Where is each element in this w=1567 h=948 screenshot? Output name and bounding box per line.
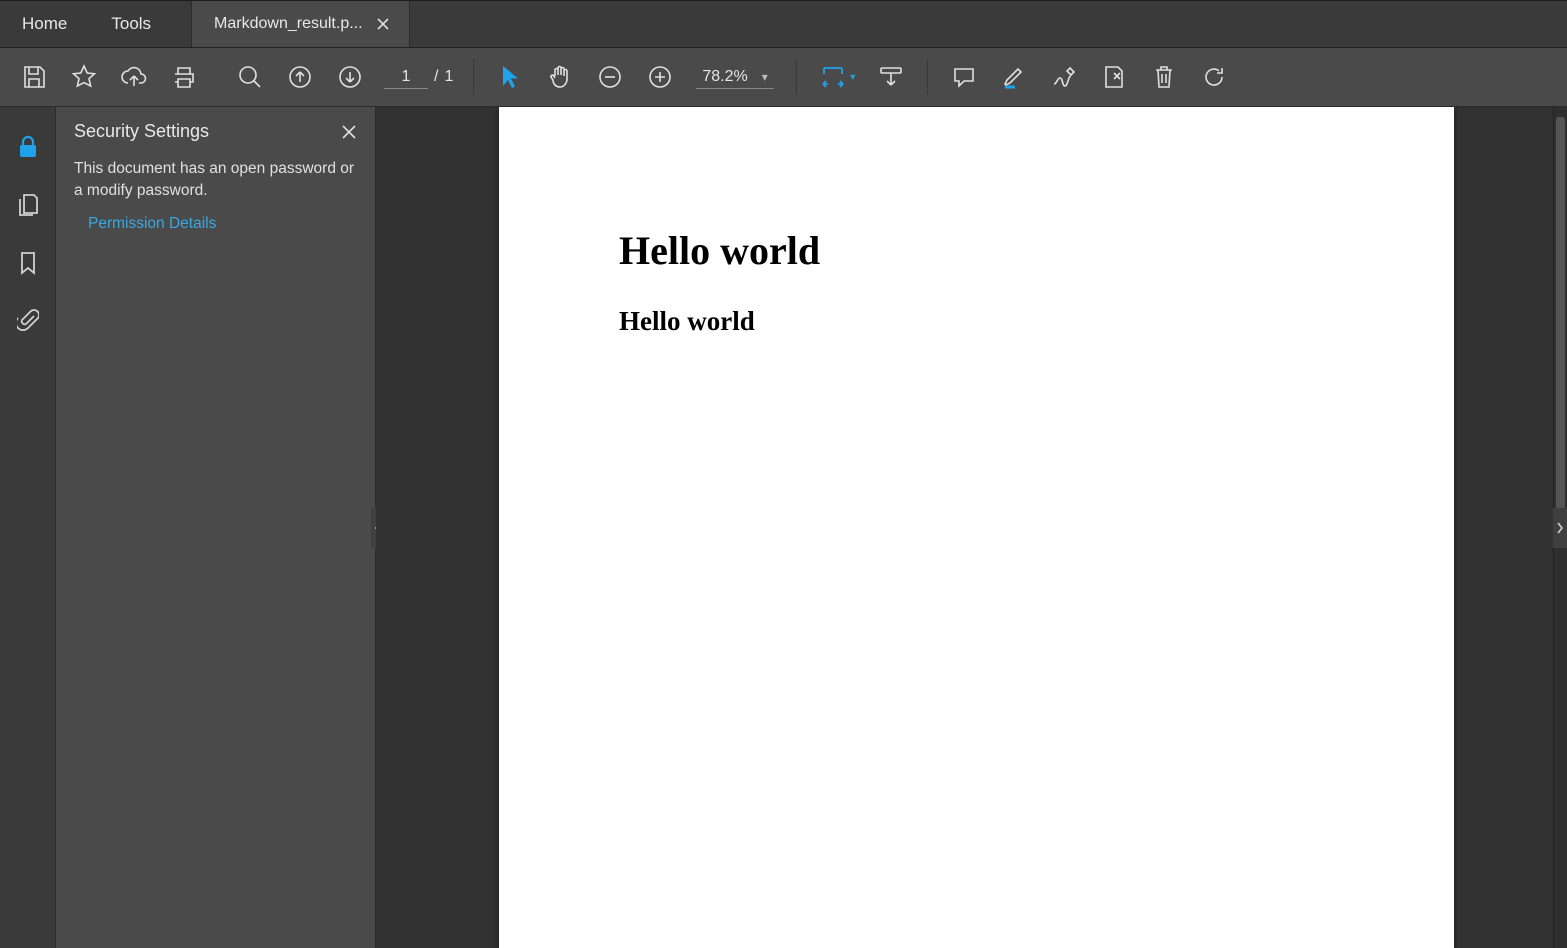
zoom-dropdown[interactable]: 78.2% ▾ (696, 66, 773, 89)
nav-thumbnails[interactable] (12, 189, 44, 221)
expand-right-panel-button[interactable] (1553, 508, 1567, 548)
crop-button[interactable] (1092, 55, 1136, 99)
document-viewer: Hello world Hello world (376, 107, 1567, 948)
toolbar-separator (473, 59, 474, 95)
comment-icon (951, 64, 977, 90)
highlight-button[interactable] (992, 55, 1036, 99)
doc-heading-1: Hello world (619, 227, 1334, 274)
close-icon (341, 124, 357, 140)
cloud-upload-icon (120, 64, 148, 90)
close-tab-button[interactable] (373, 14, 393, 34)
save-icon (21, 64, 47, 90)
permission-details-link[interactable]: Permission Details (74, 203, 216, 235)
page-sep-label: / (434, 68, 438, 86)
print-icon (171, 64, 197, 90)
print-button[interactable] (162, 55, 206, 99)
lock-icon (17, 134, 39, 160)
document-tab-title: Markdown_result.p... (214, 15, 363, 33)
chevron-down-icon: ▾ (850, 72, 855, 83)
arrow-up-circle-icon (287, 64, 313, 90)
nav-strip (0, 107, 56, 948)
toolbar-separator (796, 59, 797, 95)
minus-circle-icon (597, 64, 623, 90)
pan-tool-button[interactable] (538, 55, 582, 99)
comment-button[interactable] (942, 55, 986, 99)
selection-tool-button[interactable] (488, 55, 532, 99)
find-button[interactable] (228, 55, 272, 99)
doc-heading-2: Hello world (619, 306, 1334, 337)
draw-button[interactable] (1042, 55, 1086, 99)
read-mode-icon (876, 64, 906, 90)
bookmark-icon (18, 250, 38, 276)
paperclip-icon (17, 308, 39, 334)
close-icon (377, 18, 389, 30)
nav-attachments[interactable] (12, 305, 44, 337)
pages-icon (16, 192, 40, 218)
side-panel: Security Settings This document has an o… (56, 107, 376, 948)
cloud-upload-button[interactable] (112, 55, 156, 99)
plus-circle-icon (647, 64, 673, 90)
tab-home-label: Home (22, 14, 67, 34)
star-icon (70, 63, 98, 91)
chevron-right-icon (1556, 522, 1564, 534)
scrollbar-thumb[interactable] (1556, 117, 1565, 517)
toolbar: / 1 78.2% ▾ ▾ (0, 48, 1567, 107)
chevron-down-icon: ▾ (762, 70, 768, 84)
fit-width-icon (818, 64, 848, 90)
rotate-icon (1201, 64, 1227, 90)
content-area: Security Settings This document has an o… (0, 107, 1567, 948)
page-current-input[interactable] (384, 66, 428, 89)
tab-tools[interactable]: Tools (89, 1, 173, 47)
page-tool-icon (1100, 64, 1128, 90)
nav-security[interactable] (12, 131, 44, 163)
side-panel-close-button[interactable] (341, 124, 357, 140)
sign-icon (1050, 64, 1078, 90)
page-scroll-area[interactable]: Hello world Hello world (376, 107, 1553, 948)
page-number-control: / 1 (384, 66, 453, 89)
zoom-in-button[interactable] (638, 55, 682, 99)
tab-tools-label: Tools (111, 14, 151, 34)
zoom-out-button[interactable] (588, 55, 632, 99)
tab-home[interactable]: Home (0, 1, 89, 47)
cursor-icon (499, 64, 521, 90)
arrow-down-circle-icon (337, 64, 363, 90)
page-total-label: 1 (444, 68, 453, 86)
read-mode-button[interactable] (869, 55, 913, 99)
fit-width-button[interactable]: ▾ (811, 55, 863, 99)
page: Hello world Hello world (499, 107, 1454, 948)
hand-icon (547, 64, 573, 90)
star-button[interactable] (62, 55, 106, 99)
magnifier-icon (236, 63, 264, 91)
page-up-button[interactable] (278, 55, 322, 99)
save-button[interactable] (12, 55, 56, 99)
side-panel-title: Security Settings (74, 121, 209, 142)
tab-bar: Home Tools Markdown_result.p... (0, 0, 1567, 48)
nav-bookmarks[interactable] (12, 247, 44, 279)
toolbar-separator (927, 59, 928, 95)
trash-icon (1152, 64, 1176, 90)
document-tab[interactable]: Markdown_result.p... (191, 1, 410, 47)
delete-button[interactable] (1142, 55, 1186, 99)
security-message: This document has an open password or a … (74, 158, 357, 203)
page-down-button[interactable] (328, 55, 372, 99)
highlighter-icon (1001, 64, 1027, 90)
rotate-button[interactable] (1192, 55, 1236, 99)
zoom-value-label: 78.2% (702, 68, 747, 86)
